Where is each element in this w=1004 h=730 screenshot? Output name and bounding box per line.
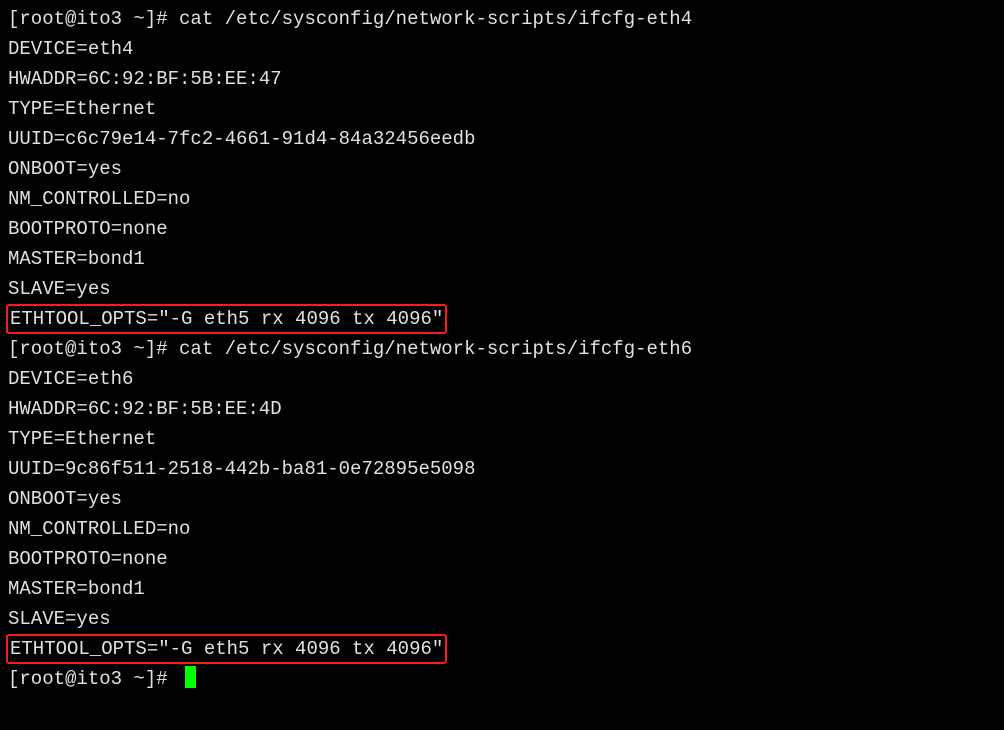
output-line: DEVICE=eth4 [8, 34, 996, 64]
output-line: NM_CONTROLLED=no [8, 514, 996, 544]
output-line: MASTER=bond1 [8, 244, 996, 274]
output-line: NM_CONTROLLED=no [8, 184, 996, 214]
output-line: UUID=c6c79e14-7fc2-4661-91d4-84a32456eed… [8, 124, 996, 154]
cursor-icon [185, 666, 196, 688]
output-line: UUID=9c86f511-2518-442b-ba81-0e72895e509… [8, 454, 996, 484]
terminal-line[interactable]: [root@ito3 ~]# [8, 664, 996, 694]
output-line: HWADDR=6C:92:BF:5B:EE:47 [8, 64, 996, 94]
output-line: TYPE=Ethernet [8, 424, 996, 454]
highlight-box: ETHTOOL_OPTS="-G eth5 rx 4096 tx 4096" [6, 634, 447, 664]
output-line: BOOTPROTO=none [8, 544, 996, 574]
terminal-line: [root@ito3 ~]# cat /etc/sysconfig/networ… [8, 334, 996, 364]
output-line: ONBOOT=yes [8, 484, 996, 514]
output-line: TYPE=Ethernet [8, 94, 996, 124]
highlight-box: ETHTOOL_OPTS="-G eth5 rx 4096 tx 4096" [6, 304, 447, 334]
highlight-annotation: ETHTOOL_OPTS="-G eth5 rx 4096 tx 4096" [8, 634, 996, 664]
output-line: MASTER=bond1 [8, 574, 996, 604]
command-text: cat /etc/sysconfig/network-scripts/ifcfg… [179, 338, 692, 360]
highlight-annotation: ETHTOOL_OPTS="-G eth5 rx 4096 tx 4096" [8, 304, 996, 334]
output-line: HWADDR=6C:92:BF:5B:EE:4D [8, 394, 996, 424]
output-line: BOOTPROTO=none [8, 214, 996, 244]
shell-prompt: [root@ito3 ~]# [8, 8, 179, 30]
command-text: cat /etc/sysconfig/network-scripts/ifcfg… [179, 8, 692, 30]
output-line: ONBOOT=yes [8, 154, 996, 184]
shell-prompt: [root@ito3 ~]# [8, 338, 179, 360]
terminal-line: [root@ito3 ~]# cat /etc/sysconfig/networ… [8, 4, 996, 34]
shell-prompt: [root@ito3 ~]# [8, 668, 185, 690]
output-line: SLAVE=yes [8, 274, 996, 304]
output-line: SLAVE=yes [8, 604, 996, 634]
output-line: DEVICE=eth6 [8, 364, 996, 394]
